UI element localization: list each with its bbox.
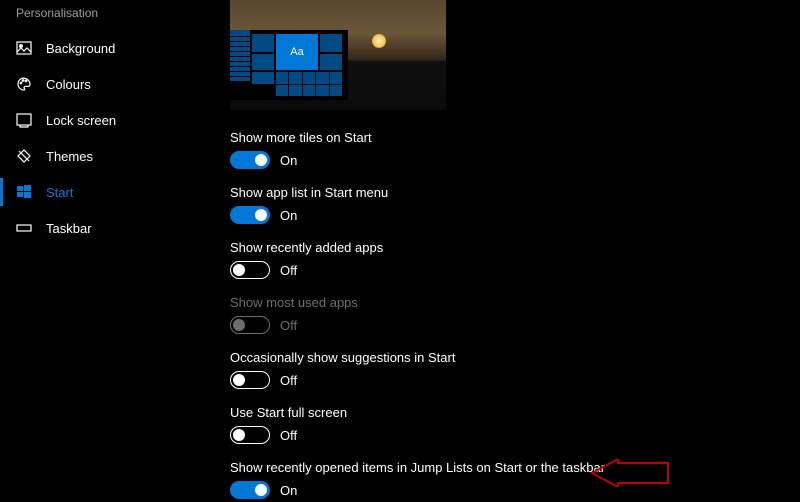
sidebar-item-themes[interactable]: Themes — [0, 138, 200, 174]
palette-icon — [16, 76, 32, 92]
toggle-recently-added[interactable] — [230, 261, 270, 279]
toggle-state: Off — [280, 263, 297, 278]
preview-tile-big: Aa — [276, 34, 318, 70]
toggle-show-more-tiles[interactable] — [230, 151, 270, 169]
toggle-state: Off — [280, 373, 297, 388]
toggle-state: On — [280, 153, 297, 168]
toggle-state: Off — [280, 318, 297, 333]
setting-show-app-list: Show app list in Start menu On — [230, 185, 800, 224]
sidebar-item-label: Colours — [46, 77, 91, 92]
toggle-suggestions[interactable] — [230, 371, 270, 389]
themes-icon — [16, 148, 32, 164]
sidebar-item-label: Themes — [46, 149, 93, 164]
start-icon — [16, 184, 32, 200]
taskbar-icon — [16, 220, 32, 236]
toggle-full-screen[interactable] — [230, 426, 270, 444]
setting-recently-added: Show recently added apps Off — [230, 240, 800, 279]
sidebar-item-colours[interactable]: Colours — [0, 66, 200, 102]
setting-label: Show app list in Start menu — [230, 185, 800, 200]
setting-most-used: Show most used apps Off — [230, 295, 800, 334]
setting-label: Use Start full screen — [230, 405, 800, 420]
setting-label: Show recently added apps — [230, 240, 800, 255]
setting-label: Show more tiles on Start — [230, 130, 800, 145]
setting-show-more-tiles: Show more tiles on Start On — [230, 130, 800, 169]
setting-label: Occasionally show suggestions in Start — [230, 350, 800, 365]
sidebar: Personalisation Background Colours — [0, 0, 200, 502]
toggle-show-app-list[interactable] — [230, 206, 270, 224]
sidebar-item-label: Background — [46, 41, 115, 56]
sidebar-item-label: Taskbar — [46, 221, 92, 236]
sidebar-header: Personalisation — [0, 6, 200, 30]
toggle-most-used — [230, 316, 270, 334]
sidebar-item-background[interactable]: Background — [0, 30, 200, 66]
sidebar-item-start[interactable]: Start — [0, 174, 200, 210]
start-preview-image: Aa — [230, 0, 446, 110]
toggle-state: On — [280, 483, 297, 498]
toggle-state: Off — [280, 428, 297, 443]
toggle-jump-lists[interactable] — [230, 481, 270, 499]
setting-label: Show most used apps — [230, 295, 800, 310]
setting-label: Show recently opened items in Jump Lists… — [230, 460, 800, 475]
sidebar-item-taskbar[interactable]: Taskbar — [0, 210, 200, 246]
toggle-state: On — [280, 208, 297, 223]
setting-suggestions: Occasionally show suggestions in Start O… — [230, 350, 800, 389]
setting-full-screen: Use Start full screen Off — [230, 405, 800, 444]
content-panel: Aa Show more tiles on Start On Show app … — [200, 0, 800, 502]
lock-screen-icon — [16, 112, 32, 128]
sidebar-item-label: Start — [46, 185, 73, 200]
picture-icon — [16, 40, 32, 56]
setting-jump-lists: Show recently opened items in Jump Lists… — [230, 460, 800, 499]
sidebar-item-lock-screen[interactable]: Lock screen — [0, 102, 200, 138]
sidebar-item-label: Lock screen — [46, 113, 116, 128]
